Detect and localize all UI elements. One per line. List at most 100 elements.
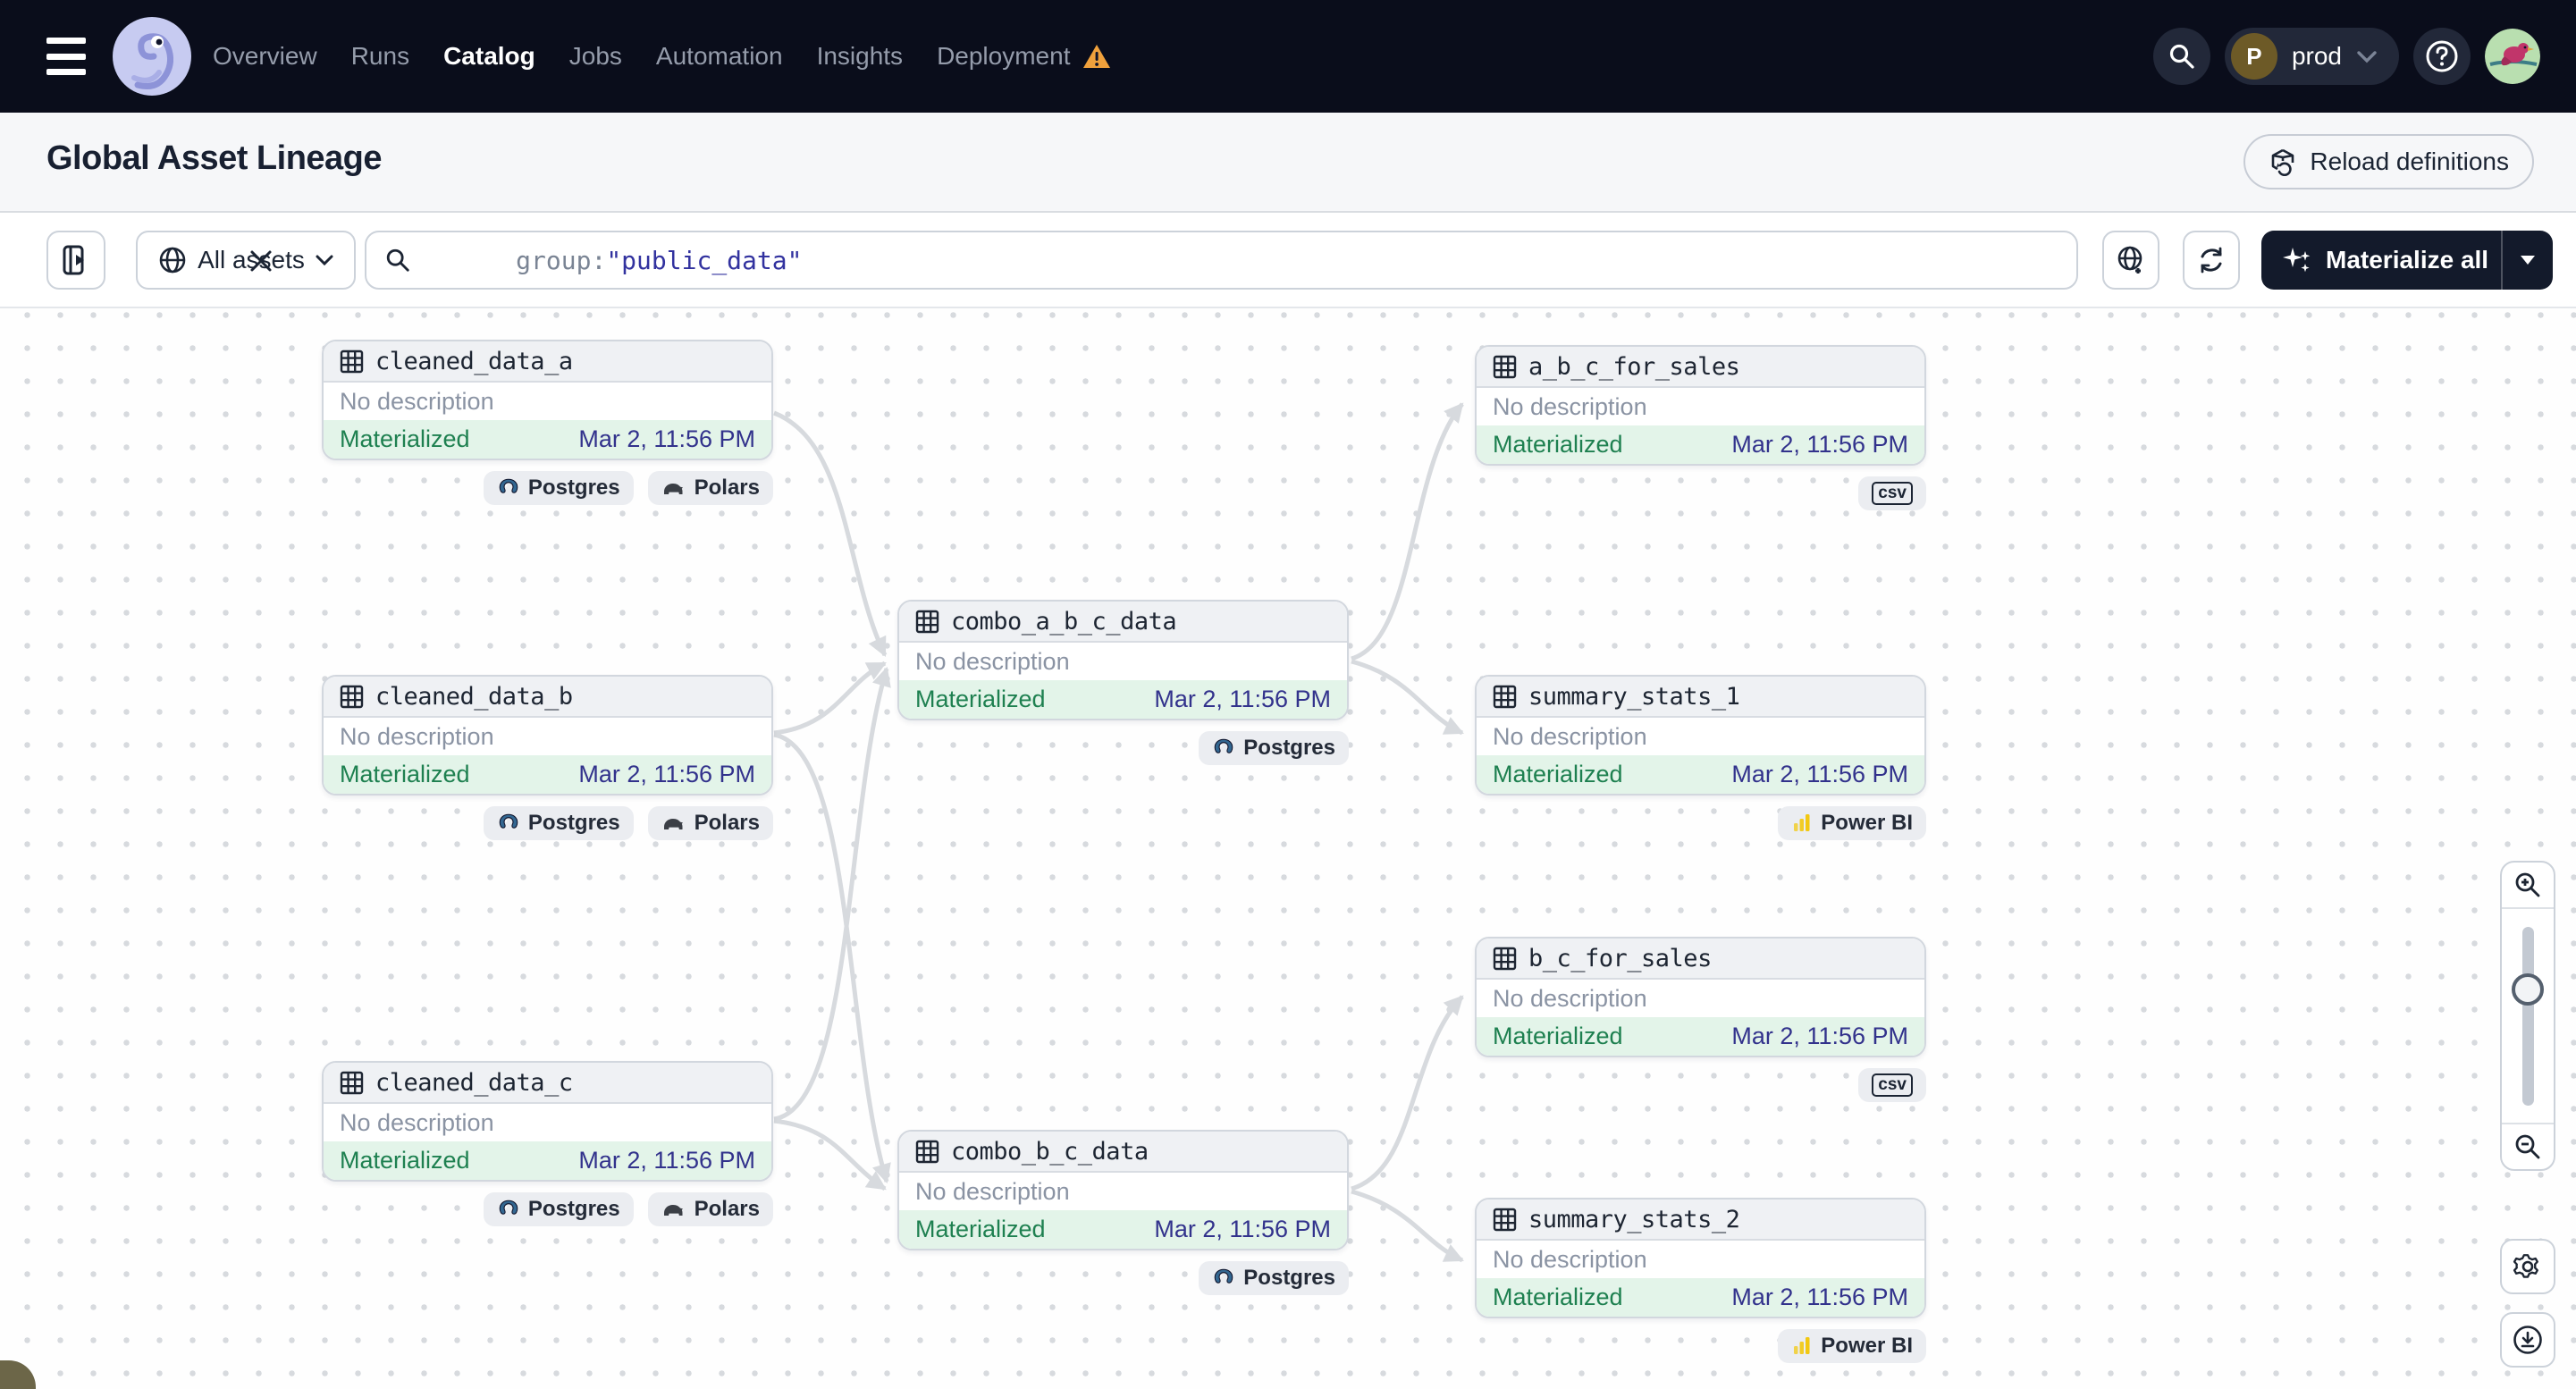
nav-item-insights[interactable]: Insights — [817, 42, 904, 71]
graph-scope-button[interactable] — [2102, 231, 2159, 290]
tag-powerbi[interactable]: Power BI — [1778, 806, 1926, 840]
table-icon — [915, 1140, 939, 1164]
polars-icon — [661, 813, 686, 833]
asset-description: No description — [899, 643, 1347, 680]
table-icon — [340, 1071, 364, 1095]
asset-name: summary_stats_1 — [1528, 683, 1739, 711]
asset-name: summary_stats_2 — [1528, 1206, 1739, 1233]
table-icon — [340, 685, 364, 709]
user-avatar[interactable] — [2485, 29, 2540, 84]
tag-polars[interactable]: Polars — [648, 471, 773, 505]
gear-icon — [2512, 1250, 2544, 1283]
asset-node-cleaned_data_c[interactable]: cleaned_data_c No description Materializ… — [322, 1061, 773, 1182]
reload-definitions-button[interactable]: Reload definitions — [2243, 134, 2534, 189]
materialization-timestamp: Mar 2, 11:56 PM — [1731, 761, 1908, 788]
tag-csv[interactable]: csv — [1858, 476, 1926, 510]
sidebar-toggle-button[interactable] — [46, 231, 105, 290]
deployment-name: prod — [2292, 42, 2342, 71]
materialization-timestamp: Mar 2, 11:56 PM — [1731, 431, 1908, 459]
hamburger-menu-icon[interactable] — [46, 38, 86, 75]
deployment-avatar: P — [2231, 33, 2277, 80]
refresh-icon — [2196, 245, 2227, 275]
table-icon — [340, 349, 364, 374]
asset-name: combo_b_c_data — [951, 1138, 1149, 1166]
materialization-timestamp: Mar 2, 11:56 PM — [578, 425, 755, 453]
help-button[interactable] — [2413, 28, 2471, 85]
status-badge: Materialized — [915, 1216, 1046, 1243]
clear-search-button[interactable] — [243, 243, 279, 279]
zoom-slider-handle[interactable] — [2512, 973, 2544, 1006]
globe-icon — [158, 246, 187, 274]
csv-badge: csv — [1872, 482, 1913, 506]
page-header: Global Asset Lineage Reload definitions — [0, 113, 2576, 213]
asset-node-summary_stats_2[interactable]: summary_stats_2 No description Materiali… — [1475, 1198, 1926, 1318]
tag-csv[interactable]: csv — [1858, 1068, 1926, 1102]
nav-item-jobs[interactable]: Jobs — [569, 42, 622, 71]
materialize-options-button[interactable] — [2501, 231, 2553, 290]
nav-item-catalog[interactable]: Catalog — [443, 42, 535, 71]
chevron-down-icon — [316, 254, 333, 266]
asset-description: No description — [1477, 388, 1924, 425]
search-button[interactable] — [2153, 28, 2210, 85]
table-icon — [1493, 1208, 1517, 1232]
asset-node-combo_a_b_c_data[interactable]: combo_a_b_c_data No description Material… — [897, 600, 1349, 720]
asset-name: cleaned_data_b — [375, 683, 573, 711]
asset-search-input[interactable]: group:"public_data" — [365, 231, 2078, 290]
status-badge: Materialized — [1493, 1284, 1623, 1311]
tag-polars[interactable]: Polars — [648, 1192, 773, 1226]
page-title: Global Asset Lineage — [46, 139, 382, 178]
search-icon — [2168, 42, 2196, 71]
deployment-switcher[interactable]: P prod — [2225, 28, 2399, 85]
asset-node-combo_b_c_data[interactable]: combo_b_c_data No description Materializ… — [897, 1130, 1349, 1250]
nav-item-automation[interactable]: Automation — [656, 42, 783, 71]
asset-name: combo_a_b_c_data — [951, 608, 1176, 636]
materialize-all-button[interactable]: Materialize all — [2261, 231, 2553, 290]
asset-description: No description — [1477, 718, 1924, 755]
postgres-icon — [1212, 1267, 1235, 1290]
status-badge: Materialized — [340, 1147, 470, 1174]
tag-postgres[interactable]: Postgres — [484, 471, 634, 505]
asset-node-cleaned_data_b[interactable]: cleaned_data_b No description Materializ… — [322, 675, 773, 796]
asset-name: a_b_c_for_sales — [1528, 353, 1739, 381]
zoom-in-icon — [2513, 871, 2542, 899]
asset-node-b_c_for_sales[interactable]: b_c_for_sales No description Materialize… — [1475, 937, 1926, 1057]
tag-postgres[interactable]: Postgres — [1199, 1261, 1349, 1295]
asset-node-a_b_c_for_sales[interactable]: a_b_c_for_sales No description Materiali… — [1475, 345, 1926, 466]
tag-postgres[interactable]: Postgres — [484, 1192, 634, 1226]
table-icon — [1493, 685, 1517, 709]
powerbi-icon — [1791, 812, 1813, 834]
tag-postgres[interactable]: Postgres — [1199, 731, 1349, 765]
zoom-out-icon — [2513, 1132, 2542, 1161]
download-image-button[interactable] — [2500, 1312, 2555, 1368]
asset-node-summary_stats_1[interactable]: summary_stats_1 No description Materiali… — [1475, 675, 1926, 796]
polars-icon — [661, 478, 686, 498]
zoom-in-button[interactable] — [2502, 863, 2554, 909]
nav-item-runs[interactable]: Runs — [351, 42, 409, 71]
warning-icon — [1082, 44, 1111, 69]
zoom-out-button[interactable] — [2502, 1123, 2554, 1169]
refresh-button[interactable] — [2183, 231, 2240, 290]
tag-polars[interactable]: Polars — [648, 806, 773, 840]
tag-powerbi[interactable]: Power BI — [1778, 1329, 1926, 1363]
tag-postgres[interactable]: Postgres — [484, 806, 634, 840]
status-badge: Materialized — [915, 686, 1046, 713]
zoom-slider[interactable] — [2522, 927, 2534, 1106]
panel-expand-icon — [63, 245, 89, 275]
globe-plus-icon — [2116, 245, 2146, 275]
download-icon — [2511, 1323, 2545, 1357]
materialization-timestamp: Mar 2, 11:56 PM — [1731, 1284, 1908, 1311]
materialization-timestamp: Mar 2, 11:56 PM — [578, 1147, 755, 1174]
asset-node-cleaned_data_a[interactable]: cleaned_data_a No description Materializ… — [322, 340, 773, 460]
status-badge: Materialized — [340, 761, 470, 788]
reload-definitions-label: Reload definitions — [2310, 147, 2509, 176]
asset-description: No description — [1477, 980, 1924, 1017]
reload-cube-icon — [2269, 147, 2297, 176]
nav-item-overview[interactable]: Overview — [213, 42, 317, 71]
table-icon — [915, 610, 939, 634]
nav-item-deployment[interactable]: Deployment — [937, 42, 1070, 71]
materialization-timestamp: Mar 2, 11:56 PM — [1154, 686, 1331, 713]
graph-settings-button[interactable] — [2500, 1239, 2555, 1294]
dagster-logo[interactable] — [111, 15, 193, 97]
table-icon — [1493, 947, 1517, 971]
sparkles-icon — [2281, 244, 2313, 276]
